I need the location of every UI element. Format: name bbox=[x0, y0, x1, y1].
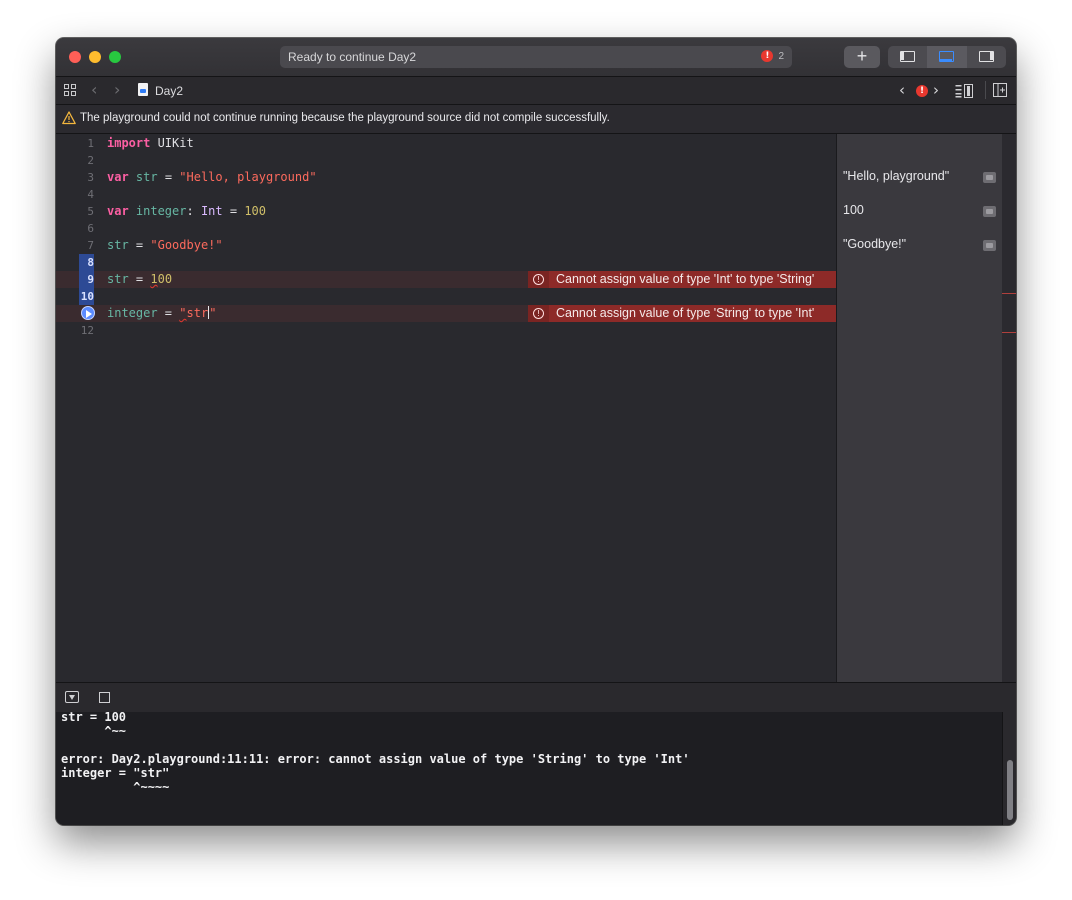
line-number: 4 bbox=[87, 188, 94, 201]
activity-error-badge[interactable]: ! 2 bbox=[761, 50, 784, 62]
bottom-panel-icon bbox=[939, 51, 955, 62]
issue-error-icon[interactable]: ! bbox=[916, 85, 928, 97]
code-line: 4 bbox=[56, 186, 836, 203]
toggle-navigator-button[interactable] bbox=[888, 46, 927, 68]
editor-minimap[interactable] bbox=[1002, 134, 1016, 682]
error-circle-icon: ! bbox=[528, 271, 549, 288]
add-editor-icon[interactable] bbox=[993, 83, 1007, 97]
line-number[interactable]: 9 bbox=[78, 273, 94, 286]
code-line: 1 import UIKit bbox=[56, 135, 836, 152]
console-scrollbar[interactable] bbox=[1002, 712, 1016, 825]
line-number: 1 bbox=[87, 137, 94, 150]
line-number: 2 bbox=[87, 154, 94, 167]
result-value: "Goodbye!" bbox=[843, 237, 907, 251]
source-editor[interactable]: 1 import UIKit 2 3 var str = "Hello, pla… bbox=[56, 134, 836, 682]
error-text: Cannot assign value of type 'String' to … bbox=[556, 306, 815, 320]
jump-bar: ‹ › Day2 ‹ ! › bbox=[56, 77, 1016, 105]
activity-error-count: 2 bbox=[778, 50, 784, 62]
left-panel-icon bbox=[900, 51, 915, 62]
scrollbar-thumb[interactable] bbox=[1007, 760, 1013, 820]
quick-look-icon[interactable] bbox=[983, 240, 996, 251]
add-library-button[interactable]: + bbox=[844, 46, 880, 68]
code-text[interactable]: integer = "str" bbox=[107, 306, 216, 320]
code-text[interactable]: str = "Goodbye!" bbox=[107, 238, 223, 252]
code-line: 10 bbox=[56, 288, 836, 305]
line-number: 7 bbox=[87, 239, 94, 252]
xcode-window: Ready to continue Day2 ! 2 + ‹ › Day2 ‹ … bbox=[56, 38, 1016, 825]
debug-bar bbox=[56, 682, 1016, 713]
previous-issue-icon[interactable]: ‹ bbox=[899, 81, 905, 99]
code-line: 3 var str = "Hello, playground" bbox=[56, 169, 836, 186]
console-line: error: Day2.playground:11:11: error: can… bbox=[61, 752, 690, 766]
console-line: ^~~~~ bbox=[61, 780, 170, 794]
code-text[interactable]: var integer: Int = 100 bbox=[107, 204, 266, 218]
code-text[interactable]: str = 100 bbox=[107, 272, 172, 286]
code-line: 8 bbox=[56, 254, 836, 271]
error-marker bbox=[1002, 293, 1016, 294]
stop-icon[interactable] bbox=[99, 692, 110, 703]
related-items-grid-icon[interactable] bbox=[64, 84, 77, 97]
inline-error-message[interactable]: ! Cannot assign value of type 'Int' to t… bbox=[528, 271, 836, 288]
quick-look-icon[interactable] bbox=[983, 172, 996, 183]
line-number[interactable]: 8 bbox=[78, 256, 94, 269]
forward-arrow-icon[interactable]: › bbox=[114, 80, 120, 99]
error-icon: ! bbox=[761, 50, 774, 62]
layout-toggle-group bbox=[888, 46, 1006, 68]
inline-error-message[interactable]: ! Cannot assign value of type 'String' t… bbox=[528, 305, 836, 322]
playground-file-icon bbox=[138, 83, 148, 96]
back-arrow-icon[interactable]: ‹ bbox=[91, 80, 97, 99]
console-line: integer = "str" bbox=[61, 766, 170, 780]
banner-message: The playground could not continue runnin… bbox=[80, 112, 610, 124]
code-line-error: integer = "str" ! Cannot assign value of… bbox=[56, 305, 836, 322]
line-number: 3 bbox=[87, 171, 94, 184]
code-text[interactable]: import UIKit bbox=[107, 136, 194, 150]
error-text: Cannot assign value of type 'Int' to typ… bbox=[556, 272, 815, 286]
line-number: 12 bbox=[80, 324, 94, 337]
jump-bar-divider bbox=[985, 81, 986, 99]
activity-viewer[interactable]: Ready to continue Day2 ! 2 bbox=[280, 46, 792, 68]
close-window-button[interactable] bbox=[69, 51, 81, 63]
activity-status-text: Ready to continue Day2 bbox=[288, 50, 417, 64]
code-text[interactable]: var str = "Hello, playground" bbox=[107, 170, 317, 184]
line-number: 6 bbox=[87, 222, 94, 235]
code-line: 7 str = "Goodbye!" bbox=[56, 237, 836, 254]
error-circle-icon: ! bbox=[528, 305, 549, 322]
code-line: 2 bbox=[56, 152, 836, 169]
console-line: ^~~ bbox=[61, 724, 127, 738]
hide-debug-area-icon[interactable] bbox=[65, 691, 79, 703]
breadcrumb-file[interactable]: Day2 bbox=[155, 84, 183, 98]
result-value: "Hello, playground" bbox=[843, 169, 950, 183]
line-number[interactable]: 10 bbox=[78, 290, 94, 303]
toggle-debug-area-button[interactable] bbox=[927, 46, 967, 68]
console-output[interactable]: str = 100 ^~~ error: Day2.playground:11:… bbox=[56, 710, 1002, 825]
quick-look-icon[interactable] bbox=[983, 206, 996, 217]
next-issue-icon[interactable]: › bbox=[933, 81, 939, 99]
right-panel-icon bbox=[978, 51, 994, 62]
compile-warning-banner: The playground could not continue runnin… bbox=[56, 105, 1016, 134]
code-line: 12 bbox=[56, 322, 836, 339]
console-line: str = 100 bbox=[61, 710, 127, 724]
line-number: 5 bbox=[87, 205, 94, 218]
toggle-inspector-button[interactable] bbox=[967, 46, 1006, 68]
code-line: 6 bbox=[56, 220, 836, 237]
zoom-window-button[interactable] bbox=[109, 51, 121, 63]
minimize-window-button[interactable] bbox=[89, 51, 101, 63]
title-bar: Ready to continue Day2 ! 2 + bbox=[56, 38, 1016, 77]
editor-options-icon[interactable] bbox=[955, 84, 975, 98]
results-sidebar: "Hello, playground" 100 "Goodbye!" bbox=[836, 134, 1003, 682]
code-line-error: 9 str = 100 ! Cannot assign value of typ… bbox=[56, 271, 836, 288]
error-marker bbox=[1002, 332, 1016, 333]
warning-icon bbox=[62, 111, 76, 125]
run-to-line-button[interactable] bbox=[81, 306, 95, 320]
result-value: 100 bbox=[843, 203, 864, 217]
code-line: 5 var integer: Int = 100 bbox=[56, 203, 836, 220]
